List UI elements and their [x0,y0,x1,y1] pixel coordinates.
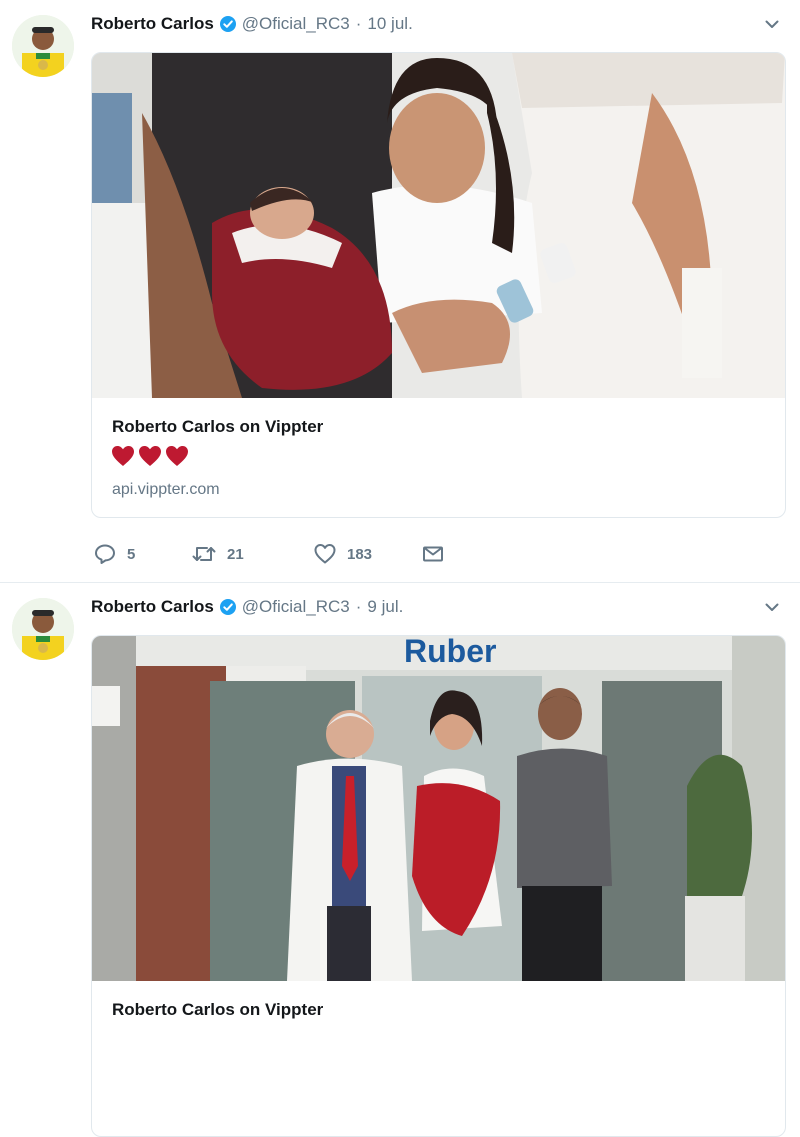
like-count: 183 [347,545,373,563]
author-name[interactable]: Roberto Carlos [91,14,214,34]
card-domain[interactable]: api.vippter.com [112,481,220,499]
heart-icon [139,446,161,466]
tweet-date[interactable]: 10 jul. [367,14,412,34]
heart-icon [314,544,336,564]
reply-button[interactable]: 5 [94,543,192,565]
retweet-icon [192,547,216,561]
separator: · [355,14,362,33]
direct-message-button[interactable] [422,543,444,565]
tweet-actions: 5 21 183 [94,543,444,565]
retweet-button[interactable]: 21 [192,543,314,565]
tweet[interactable]: Roberto Carlos @Oficial_RC3 · 10 jul. Ro… [0,0,800,583]
card-description [111,445,189,469]
verified-badge-icon [219,599,236,615]
card-image[interactable] [92,53,785,398]
card-title[interactable]: Roberto Carlos on Vippter [112,417,323,437]
author-name[interactable]: Roberto Carlos [91,597,214,617]
card-image[interactable]: Ruber [92,636,785,981]
avatar[interactable] [12,15,74,77]
chevron-down-icon[interactable] [764,16,780,32]
reply-count: 5 [127,545,136,563]
hospital-sign: Ruber [404,636,496,669]
heart-icon [166,446,188,466]
author-handle[interactable]: @Oficial_RC3 [242,597,350,617]
verified-badge-icon [219,16,236,32]
avatar[interactable] [12,598,74,660]
envelope-icon [423,546,443,562]
retweet-count: 21 [227,545,244,563]
link-card[interactable]: Roberto Carlos on Vippter api.vippter.co… [91,52,786,518]
tweet[interactable]: Roberto Carlos @Oficial_RC3 · 9 jul. Rub… [0,583,800,1137]
heart-icon [112,446,134,466]
like-button[interactable]: 183 [314,543,422,565]
tweet-header: Roberto Carlos @Oficial_RC3 · 9 jul. [91,595,403,619]
chevron-down-icon[interactable] [764,599,780,615]
author-handle[interactable]: @Oficial_RC3 [242,14,350,34]
card-title[interactable]: Roberto Carlos on Vippter [112,1000,323,1020]
link-card[interactable]: Ruber Roberto Carlos on Vippter [91,635,786,1137]
tweet-date[interactable]: 9 jul. [367,597,403,617]
tweet-header: Roberto Carlos @Oficial_RC3 · 10 jul. [91,12,413,36]
reply-icon [95,544,115,564]
separator: · [355,597,362,616]
